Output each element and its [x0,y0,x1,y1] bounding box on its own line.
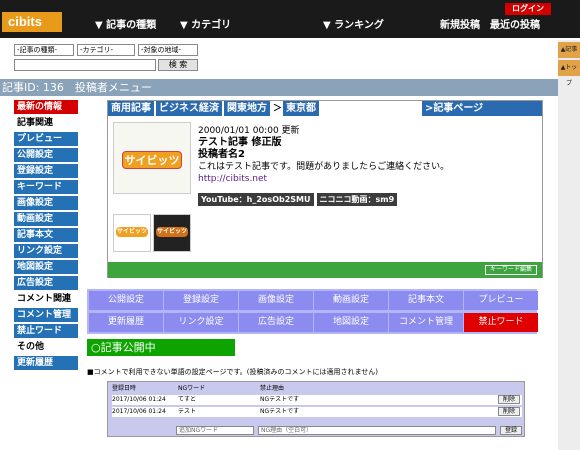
settings-button[interactable]: 画像設定 [239,291,313,310]
settings-button[interactable]: 広告設定 [239,313,313,332]
ng-reason-input[interactable]: NG理由（空白可） [258,426,496,435]
delete-button[interactable]: 削除 [498,395,520,404]
nav-ranking[interactable]: ▼ ランキング [323,16,384,31]
keyword-bar: キーワード編集 [108,262,542,278]
site-logo[interactable]: cibits [2,12,62,32]
scroll-top-tab[interactable]: ▲トップ [558,60,580,87]
ng-date: 2017/10/06 01:24 [112,408,166,415]
column-header: 登録日時 [112,385,137,392]
column-header: 禁止理由 [260,385,285,392]
right-sidebar: ▲記事 ▲トップ [558,40,580,450]
settings-button[interactable]: プレビュー [464,291,538,310]
menu-section-heading: その他 [17,342,45,352]
youtube-tag[interactable]: YouTube：h_2osOb2SMU [198,193,314,206]
chevron-right-icon: ＞ [273,104,283,114]
thumbnail-2[interactable]: サイビッツ [153,214,191,252]
search-button[interactable]: 検 索 [158,59,198,71]
settings-button[interactable]: 登録設定 [164,291,238,310]
left-menu-item[interactable]: 禁止ワード [14,324,78,338]
column-header: NGワード [178,385,206,392]
cibits-logo-image: サイビッツ [156,227,188,237]
left-menu: 最新の情報記事関連プレビュー公開設定登録設定キーワード画像設定動画設定記事本文リ… [14,100,78,372]
category-tag[interactable]: 商用記事 [108,101,154,116]
left-menu-item[interactable]: 記事本文 [14,228,78,242]
nav-category[interactable]: ▼ カテゴリ [180,16,231,31]
article-author: 投稿者名2 [198,149,245,160]
nav-new-post[interactable]: 新規投稿 [440,16,480,31]
left-menu-item[interactable]: 動画設定 [14,212,78,226]
delete-button[interactable]: 削除 [498,407,520,416]
search-filters: -記事の種類- -カテゴリ- -対象の地域- 検 索 [14,44,201,71]
top-nav-bar: cibits ▼ 記事の種類 ▼ カテゴリ ▼ ランキング 新規投稿 最近の投稿… [0,0,580,38]
ng-reason: NGテストです [260,408,300,415]
article-preview: 商用記事 ビジネス経済 関東地方＞東京都 >記事ページ サイビッツ 2000/01/… [107,100,543,278]
nav-article-type[interactable]: ▼ 記事の種類 [95,16,156,31]
niconico-tag[interactable]: ニコニコ動画：sm9 [316,193,398,206]
article-page-link[interactable]: >記事ページ [422,101,542,116]
settings-button[interactable]: 記事本文 [389,291,463,310]
publish-status: ○記事公開中 [87,339,235,356]
article-title: テスト記事 修正版 [198,137,282,148]
article-meta: 2000/01/01 00:00 更新 テスト記事 修正版 投稿者名2 これはテ… [198,125,528,185]
menu-section-heading: 記事関連 [17,118,54,128]
ng-word-input[interactable]: 追加NGワード [176,426,254,435]
settings-button[interactable]: リンク設定 [164,313,238,332]
settings-button[interactable]: 動画設定 [314,291,388,310]
settings-button[interactable]: 禁止ワード [464,313,538,332]
scroll-article-tab[interactable]: ▲記事 [558,42,580,58]
article-main-image[interactable]: サイビッツ [113,122,191,194]
left-menu-item[interactable]: 更新履歴 [14,356,78,370]
keyword-edit-button[interactable]: キーワード編集 [485,265,537,275]
search-input[interactable] [14,59,156,71]
article-body: これはテスト記事です。問題がありましたらご連絡ください。 [198,162,450,172]
area-select[interactable]: -対象の地域- [138,44,198,56]
left-menu-item[interactable]: コメント管理 [14,308,78,322]
ng-date: 2017/10/06 01:24 [112,396,166,403]
category-select[interactable]: -カテゴリ- [77,44,135,56]
menu-section-heading: コメント関連 [17,294,72,304]
ng-reason: NGテストです [260,396,300,403]
category-tag[interactable]: 関東地方 [224,101,270,116]
register-button[interactable]: 登録 [500,426,522,435]
left-menu-item[interactable]: 広告設定 [14,276,78,290]
left-menu-item[interactable]: キーワード [14,180,78,194]
left-menu-item[interactable]: 地図設定 [14,260,78,274]
cibits-logo-image: サイビッツ [116,227,148,237]
ng-word-note: ■コメントで利用できない単語の設定ページです。(投稿済みのコメントには適用されま… [87,368,379,376]
video-tags: YouTube：h_2osOb2SMU ニコニコ動画：sm9 [198,193,400,206]
left-menu-item[interactable]: リンク設定 [14,244,78,258]
category-tag[interactable]: 東京都 [283,101,320,116]
left-menu-item[interactable]: 公開設定 [14,148,78,162]
left-menu-item[interactable]: 最新の情報 [14,100,78,114]
article-date: 2000/01/01 00:00 更新 [198,126,300,136]
cibits-logo-image: サイビッツ [122,151,182,169]
article-type-select[interactable]: -記事の種類- [14,44,74,56]
article-url-link[interactable]: http://cibits.net [198,173,528,185]
ng-word: てすと [178,396,197,403]
settings-button[interactable]: 更新履歴 [89,313,163,332]
thumbnail-1[interactable]: サイビッツ [113,214,151,252]
category-tag[interactable]: ビジネス経済 [156,101,222,116]
ng-word-table: 登録日時 NGワード 禁止理由 2017/10/06 01:24 てすと NGテ… [107,381,525,437]
left-menu-item[interactable]: 登録設定 [14,164,78,178]
left-menu-item[interactable]: 画像設定 [14,196,78,210]
ng-word: テスト [178,408,197,415]
settings-button[interactable]: 公開設定 [89,291,163,310]
table-row: 2017/10/06 01:24 テスト NGテストです 削除 [112,407,522,417]
left-menu-item[interactable]: プレビュー [14,132,78,146]
login-button[interactable]: ログイン [505,3,551,15]
page-title: 記事ID: 136 投稿者メニュー [0,79,558,96]
settings-button[interactable]: コメント管理 [389,313,463,332]
table-header: 登録日時 NGワード 禁止理由 [112,384,522,394]
table-row: 2017/10/06 01:24 てすと NGテストです 削除 [112,395,522,405]
nav-recent-posts[interactable]: 最近の投稿 [490,16,540,31]
settings-button[interactable]: 地図設定 [314,313,388,332]
